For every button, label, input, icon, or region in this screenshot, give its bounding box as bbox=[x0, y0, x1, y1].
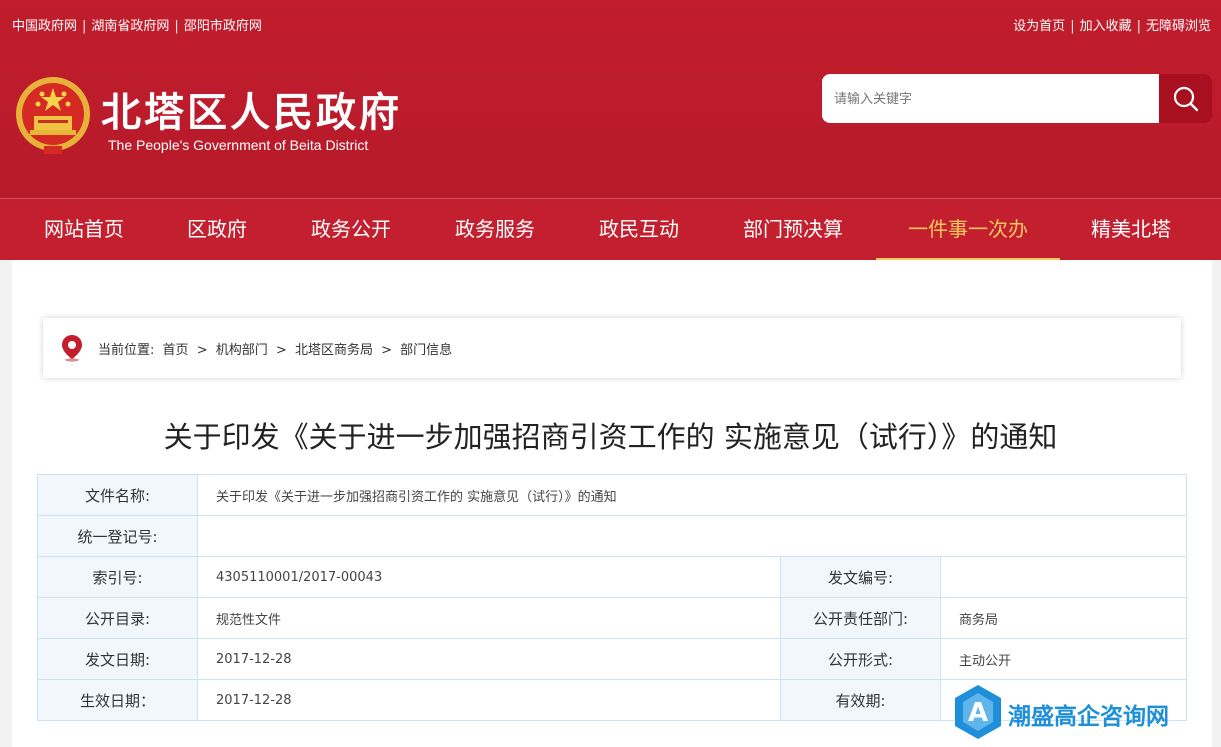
doc-no-value bbox=[940, 556, 1187, 598]
breadcrumb-trail: 当前位置: 首页 > 机构部门 > 北塔区商务局 > 部门信息 bbox=[98, 339, 456, 358]
nav-item-one-thing[interactable]: 一件事一次办 bbox=[876, 199, 1060, 261]
table-row: 发文日期: 2017-12-28 公开形式: 主动公开 bbox=[37, 638, 1187, 680]
main-nav: 网站首页 区政府 政务公开 政务服务 政民互动 部门预决算 一件事一次办 精美北… bbox=[0, 198, 1221, 261]
dept-value: 商务局 bbox=[940, 597, 1187, 639]
add-favorite-link[interactable]: 加入收藏 bbox=[1080, 19, 1132, 34]
reg-no-label: 统一登记号: bbox=[37, 515, 198, 557]
breadcrumb-item-dept-info[interactable]: 部门信息 bbox=[400, 343, 452, 358]
breadcrumb-item-home[interactable]: 首页 bbox=[163, 343, 189, 358]
top-links-right: 设为首页 | 加入收藏 | 无障碍浏览 bbox=[1013, 15, 1211, 34]
issue-date-label: 发文日期: bbox=[37, 638, 198, 680]
effective-date-value: 2017-12-28 bbox=[197, 679, 781, 721]
table-row: 公开目录: 规范性文件 公开责任部门: 商务局 bbox=[37, 597, 1187, 639]
breadcrumb-item-departments[interactable]: 机构部门 bbox=[216, 343, 268, 358]
open-form-value: 主动公开 bbox=[940, 638, 1187, 680]
breadcrumb-label: 当前位置: bbox=[98, 343, 155, 358]
nav-item-district-gov[interactable]: 区政府 bbox=[168, 199, 266, 261]
validity-label: 有效期: bbox=[780, 679, 941, 721]
divider: | bbox=[174, 19, 179, 34]
nav-item-gov-affairs-open[interactable]: 政务公开 bbox=[296, 199, 406, 261]
catalog-value: 规范性文件 bbox=[197, 597, 781, 639]
breadcrumb-separator: > bbox=[196, 343, 208, 358]
table-row: 索引号: 4305110001/2017-00043 发文编号: bbox=[37, 556, 1187, 598]
nav-item-interaction[interactable]: 政民互动 bbox=[584, 199, 694, 261]
file-name-value: 关于印发《关于进一步加强招商引资工作的 实施意见（试行）》的通知 bbox=[197, 474, 1187, 516]
index-no-label: 索引号: bbox=[37, 556, 198, 598]
nav-item-beauty-beita[interactable]: 精美北塔 bbox=[1076, 199, 1186, 261]
doc-no-label: 发文编号: bbox=[780, 556, 941, 598]
location-pin-icon bbox=[62, 335, 82, 362]
accessibility-link[interactable]: 无障碍浏览 bbox=[1146, 19, 1211, 34]
table-row: 统一登记号: bbox=[37, 515, 1187, 557]
breadcrumb: 当前位置: 首页 > 机构部门 > 北塔区商务局 > 部门信息 bbox=[43, 318, 1181, 378]
index-no-value: 4305110001/2017-00043 bbox=[197, 556, 781, 598]
search-button[interactable] bbox=[1159, 74, 1212, 123]
divider: | bbox=[82, 19, 87, 34]
effective-date-label: 生效日期： bbox=[37, 679, 198, 721]
search-input[interactable] bbox=[822, 74, 1159, 123]
file-name-label: 文件名称: bbox=[37, 474, 198, 516]
table-row: 文件名称: 关于印发《关于进一步加强招商引资工作的 实施意见（试行）》的通知 bbox=[37, 474, 1187, 516]
top-links-left: 中国政府网 | 湖南省政府网 | 邵阳市政府网 bbox=[12, 15, 262, 34]
set-homepage-link[interactable]: 设为首页 bbox=[1013, 19, 1065, 34]
reg-no-value bbox=[197, 515, 1187, 557]
site-header: 中国政府网 | 湖南省政府网 | 邵阳市政府网 设为首页 | 加入收藏 | 无障碍浏览 北塔区人… bbox=[0, 0, 1221, 261]
nav-item-budget[interactable]: 部门预决算 bbox=[728, 199, 858, 261]
breadcrumb-separator: > bbox=[275, 343, 287, 358]
breadcrumb-separator: > bbox=[381, 343, 392, 358]
watermark: A 潮盛高企咨询网 bbox=[953, 683, 1183, 741]
divider: | bbox=[1136, 19, 1141, 34]
open-form-label: 公开形式: bbox=[780, 638, 941, 680]
top-link-hunan-gov[interactable]: 湖南省政府网 bbox=[91, 19, 169, 34]
divider: | bbox=[1070, 19, 1075, 34]
site-title: 北塔区人民政府 bbox=[101, 89, 402, 136]
search-bar bbox=[822, 74, 1212, 123]
watermark-logo-icon: A bbox=[955, 685, 1001, 739]
watermark-text: 潮盛高企咨询网 bbox=[1008, 703, 1169, 730]
nav-item-gov-services[interactable]: 政务服务 bbox=[440, 199, 550, 261]
issue-date-value: 2017-12-28 bbox=[197, 638, 781, 680]
nav-item-home[interactable]: 网站首页 bbox=[24, 199, 144, 261]
document-title: 关于印发《关于进一步加强招商引资工作的 实施意见（试行）》的通知 bbox=[163, 420, 1058, 454]
site-subtitle: The People's Government of Beita Distric… bbox=[108, 137, 369, 153]
svg-text:A: A bbox=[968, 698, 988, 728]
breadcrumb-item-commerce-bureau[interactable]: 北塔区商务局 bbox=[295, 343, 373, 358]
search-icon bbox=[1173, 86, 1198, 111]
dept-label: 公开责任部门: bbox=[780, 597, 941, 639]
national-emblem-icon bbox=[16, 77, 90, 154]
catalog-label: 公开目录: bbox=[37, 597, 198, 639]
top-link-shaoyang-gov[interactable]: 邵阳市政府网 bbox=[184, 19, 262, 34]
top-link-china-gov[interactable]: 中国政府网 bbox=[12, 19, 77, 34]
